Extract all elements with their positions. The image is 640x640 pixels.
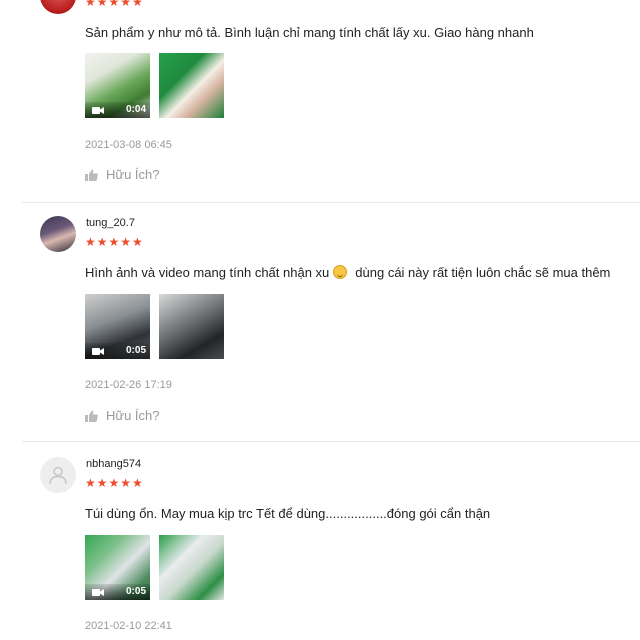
thumbs-up-icon bbox=[85, 169, 98, 181]
review-date: 2021-03-08 06:45 bbox=[85, 139, 172, 151]
review-video-thumbnail[interactable]: 0:05 bbox=[85, 535, 150, 600]
review-video-thumbnail[interactable]: 0:05 bbox=[85, 294, 150, 359]
review-date: 2021-02-10 22:41 bbox=[85, 620, 172, 632]
review-image-thumbnail[interactable] bbox=[159, 535, 224, 600]
review-date: 2021-02-26 17:19 bbox=[85, 379, 172, 391]
review-divider bbox=[22, 202, 640, 203]
video-camera-icon bbox=[92, 589, 104, 596]
review-video-thumbnail[interactable]: 0:04 bbox=[85, 53, 150, 118]
review-image-thumbnail[interactable] bbox=[159, 53, 224, 118]
review-username: nbhang574 bbox=[86, 458, 142, 470]
rating-stars: ★★★★★ bbox=[85, 235, 144, 249]
video-overlay: 0:05 bbox=[85, 584, 150, 600]
video-camera-icon bbox=[92, 107, 104, 114]
video-camera-icon bbox=[92, 348, 104, 355]
helpful-label: Hữu Ích? bbox=[106, 408, 160, 423]
thumbs-up-icon bbox=[85, 410, 98, 422]
video-overlay: 0:05 bbox=[85, 343, 150, 359]
avatar[interactable] bbox=[40, 457, 76, 493]
helpful-button[interactable]: Hữu Ích? bbox=[85, 167, 160, 182]
video-duration: 0:04 bbox=[125, 104, 146, 115]
review-comment: Sản phẩm y như mô tả. Bình luận chỉ mang… bbox=[85, 25, 534, 40]
helpful-button[interactable]: Hữu Ích? bbox=[85, 408, 160, 423]
video-overlay: 0:04 bbox=[85, 102, 150, 118]
default-avatar-icon bbox=[49, 466, 67, 485]
smile-emoji-icon bbox=[333, 265, 348, 279]
video-duration: 0:05 bbox=[125, 586, 146, 597]
helpful-label: Hữu Ích? bbox=[106, 167, 160, 182]
review-username: tung_20.7 bbox=[86, 217, 135, 229]
review-image-thumbnail[interactable] bbox=[159, 294, 224, 359]
avatar[interactable] bbox=[40, 0, 76, 14]
review-divider bbox=[22, 441, 640, 442]
rating-stars: ★★★★★ bbox=[85, 0, 144, 9]
review-comment: Hình ảnh và video mang tính chất nhận xu… bbox=[85, 265, 610, 280]
review-comment: Túi dùng ổn. May mua kịp trc Tết để dùng… bbox=[85, 506, 491, 521]
avatar[interactable] bbox=[40, 216, 76, 252]
video-duration: 0:05 bbox=[125, 345, 146, 356]
rating-stars: ★★★★★ bbox=[85, 476, 144, 490]
comment-text: dùng cái này rất tiện luôn chắc sẽ mua t… bbox=[355, 265, 611, 280]
comment-text: Hình ảnh và video mang tính chất nhận xu bbox=[85, 265, 330, 280]
